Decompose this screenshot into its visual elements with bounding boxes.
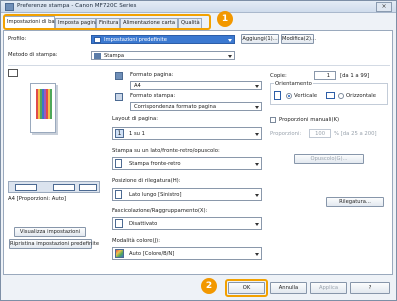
page-layout-icon: 1 bbox=[115, 129, 124, 138]
print-method-dropdown[interactable]: Stampa bbox=[91, 51, 235, 60]
duplex-label: Stampa su un lato/fronte-retro/opuscolo: bbox=[112, 148, 220, 154]
duplex-icon[interactable] bbox=[53, 184, 75, 191]
horizontal-label: Orizzontale bbox=[346, 93, 377, 99]
title-bar: Preferenze stampa - Canon MF720C Series … bbox=[1, 1, 396, 13]
printer-icon bbox=[5, 3, 14, 11]
chevron-down-icon bbox=[228, 39, 232, 42]
copies-label: Copie: bbox=[270, 73, 287, 79]
vertical-radio[interactable] bbox=[286, 93, 292, 99]
preview-caption: A4 [Proporzioni: Auto] bbox=[8, 196, 67, 202]
printer-icon bbox=[94, 53, 101, 59]
chevron-down-icon bbox=[255, 223, 259, 226]
preview-image bbox=[36, 89, 52, 119]
edit-profile-button[interactable]: Modifica(2)... bbox=[281, 34, 316, 44]
profile-dropdown[interactable]: Impostazioni predefinite bbox=[91, 35, 235, 44]
color-mode-value: Auto [Colore/B/N] bbox=[129, 251, 175, 257]
duplex-value: Stampa fronte-retro bbox=[129, 161, 181, 167]
output-size-value: Corrispondenza formato pagina bbox=[134, 104, 216, 110]
preview-area bbox=[8, 69, 100, 139]
profile-icon bbox=[94, 37, 101, 43]
print-method-label: Metodo di stampa: bbox=[8, 52, 58, 58]
chevron-down-icon bbox=[255, 133, 259, 136]
page-size-icon bbox=[115, 72, 123, 80]
collate-label: Fascicolazione/Raggruppamento(X): bbox=[112, 208, 208, 214]
callout-badge-2: 2 bbox=[201, 278, 217, 294]
profile-label: Profilo: bbox=[8, 36, 27, 42]
color-mode-icon bbox=[115, 249, 124, 258]
binding-page-icon bbox=[115, 190, 122, 199]
vertical-label: Verticale bbox=[294, 93, 318, 99]
single-side-icon[interactable] bbox=[15, 184, 37, 191]
collate-dropdown[interactable]: Disattivato bbox=[112, 217, 262, 230]
add-profile-button[interactable]: Aggiungi(1)... bbox=[241, 34, 279, 44]
preview-layout-icon bbox=[8, 69, 18, 77]
apply-button[interactable]: Applica bbox=[310, 282, 347, 294]
chevron-down-icon bbox=[255, 253, 259, 256]
page-layout-value: 1 su 1 bbox=[129, 131, 145, 137]
scaling-stepper[interactable]: 100 bbox=[309, 129, 331, 138]
window-title: Preferenze stampa - Canon MF720C Series bbox=[17, 3, 137, 9]
tabs-highlight bbox=[3, 14, 211, 30]
horizontal-radio[interactable] bbox=[338, 93, 344, 99]
page-size-value: A4 bbox=[134, 83, 141, 89]
binding-button[interactable]: Rilegatura... bbox=[326, 197, 384, 207]
divider bbox=[8, 65, 390, 66]
help-button[interactable]: ? bbox=[350, 282, 390, 294]
copies-value: 1 bbox=[326, 73, 330, 79]
output-size-icon bbox=[115, 93, 123, 101]
chevron-down-icon bbox=[255, 194, 259, 197]
booklet-button[interactable]: Opuscolo(G)... bbox=[294, 154, 364, 164]
page-size-label: Formato pagina: bbox=[130, 72, 174, 78]
preview-page bbox=[30, 83, 56, 133]
page-layout-label: Layout di pagina: bbox=[112, 116, 159, 122]
binding-label: Posizione di rilegatura(H): bbox=[112, 178, 181, 184]
print-method-value: Stampa bbox=[104, 53, 125, 59]
preview-toolbar bbox=[8, 181, 100, 193]
duplex-page-icon bbox=[115, 159, 122, 168]
binding-dropdown[interactable]: Lato lungo [Sinistro] bbox=[112, 188, 262, 201]
page-layout-dropdown[interactable]: 1 1 su 1 bbox=[112, 127, 262, 140]
page-size-dropdown[interactable]: A4 bbox=[130, 81, 262, 90]
orientation-label: Orientamento bbox=[274, 81, 313, 87]
collate-icon bbox=[115, 219, 123, 228]
chevron-down-icon bbox=[228, 55, 232, 58]
chevron-down-icon bbox=[255, 85, 259, 88]
profile-value: Impostazioni predefinite bbox=[104, 37, 167, 43]
chevron-down-icon bbox=[255, 163, 259, 166]
landscape-page-icon bbox=[326, 92, 335, 99]
close-button[interactable]: × bbox=[376, 2, 392, 12]
manual-scaling-checkbox[interactable] bbox=[270, 117, 276, 123]
output-size-label: Formato stampa: bbox=[130, 93, 176, 99]
scaling-value: 100 bbox=[315, 131, 325, 137]
view-settings-button[interactable]: Visualizza impostazioni bbox=[14, 227, 86, 237]
callout-badge-1: 1 bbox=[217, 11, 233, 27]
output-size-dropdown[interactable]: Corrispondenza formato pagina bbox=[130, 102, 262, 111]
color-mode-label: Modalità colore(J): bbox=[112, 238, 161, 244]
ok-button[interactable]: OK bbox=[228, 282, 265, 294]
color-mode-dropdown[interactable]: Auto [Colore/B/N] bbox=[112, 247, 262, 260]
settings-panel: Profilo: Impostazioni predefinite Aggiun… bbox=[3, 30, 393, 275]
cancel-button[interactable]: Annulla bbox=[270, 282, 307, 294]
portrait-page-icon bbox=[274, 91, 281, 100]
manual-scaling-label: Proporzioni manuali(K) bbox=[279, 117, 340, 123]
restore-defaults-button[interactable]: Ripristina impostazioni predefinite bbox=[9, 239, 99, 249]
binding-value: Lato lungo [Sinistro] bbox=[129, 192, 182, 198]
chevron-down-icon bbox=[255, 106, 259, 109]
copies-stepper[interactable]: 1 bbox=[314, 71, 336, 80]
collate-value: Disattivato bbox=[129, 221, 158, 227]
booklet-icon[interactable] bbox=[79, 184, 97, 191]
copies-range: [da 1 a 99] bbox=[340, 73, 370, 79]
scaling-range: % [da 25 a 200] bbox=[334, 131, 377, 137]
duplex-dropdown[interactable]: Stampa fronte-retro bbox=[112, 157, 262, 170]
scaling-field-label: Proporzioni: bbox=[270, 131, 302, 137]
